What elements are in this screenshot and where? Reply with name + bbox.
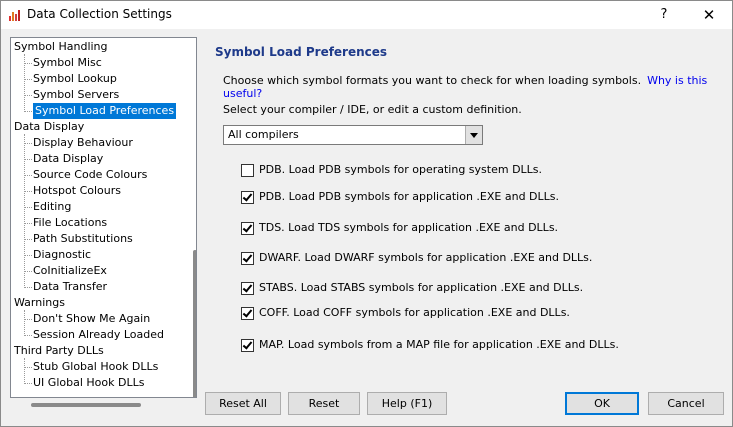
tree-connector — [24, 255, 32, 256]
tree-connector — [24, 111, 32, 112]
tree-connector — [24, 134, 25, 286]
tree-item[interactable]: Symbol Load Preferences — [33, 103, 177, 119]
symbol-option-label: MAP. Load symbols from a MAP file for ap… — [259, 338, 619, 351]
tree-item[interactable]: File Locations — [33, 215, 107, 231]
tree-item[interactable]: Third Party DLLs — [14, 343, 104, 359]
tree-item[interactable]: Session Already Loaded — [33, 327, 164, 343]
reset-all-button[interactable]: Reset All — [205, 392, 281, 415]
tree-item[interactable]: Data Display — [33, 151, 103, 167]
panel-title: Symbol Load Preferences — [215, 45, 388, 59]
symbol-option-checkbox[interactable] — [241, 307, 254, 320]
compiler-dropdown[interactable]: All compilers — [223, 125, 483, 145]
intro-label: Choose which symbol formats you want to … — [223, 74, 642, 87]
tree-item[interactable]: Symbol Lookup — [33, 71, 117, 87]
tree-connector — [24, 191, 32, 192]
title-bar: Data Collection Settings ? ✕ — [1, 1, 732, 29]
compiler-dropdown-value: All compilers — [228, 128, 299, 141]
tree-connector — [24, 175, 32, 176]
tree-connector — [24, 367, 32, 368]
tree-item[interactable]: Data Transfer — [33, 279, 107, 295]
tree-item[interactable]: UI Global Hook DLLs — [33, 375, 144, 391]
symbol-option-checkbox[interactable] — [241, 191, 254, 204]
tree-connector — [24, 383, 32, 384]
tree-item[interactable]: Don't Show Me Again — [33, 311, 150, 327]
symbol-option-checkbox[interactable] — [241, 339, 254, 352]
dialog-window: Data Collection Settings ? ✕ Symbol Hand… — [0, 0, 733, 427]
symbol-option-checkbox[interactable] — [241, 282, 254, 295]
tree-connector — [24, 358, 25, 382]
compiler-select-label: Select your compiler / IDE, or edit a cu… — [223, 103, 522, 116]
help-button[interactable]: Help (F1) — [367, 392, 447, 415]
tree-connector — [24, 159, 32, 160]
symbol-option-label: PDB. Load PDB symbols for application .E… — [259, 190, 559, 203]
tree-connector — [24, 79, 32, 80]
tree-item[interactable]: Data Display — [14, 119, 84, 135]
tree-connector — [24, 63, 32, 64]
help-title-button[interactable]: ? — [653, 5, 675, 25]
tree-item[interactable]: Symbol Misc — [33, 55, 102, 71]
tree-item[interactable]: Stub Global Hook DLLs — [33, 359, 158, 375]
tree-item[interactable]: Symbol Servers — [33, 87, 119, 103]
symbol-option-label: STABS. Load STABS symbols for applicatio… — [259, 281, 584, 294]
tree-item[interactable]: Editing — [33, 199, 71, 215]
bar-chart-icon — [9, 10, 20, 21]
tree-connector — [24, 310, 25, 334]
cancel-button[interactable]: Cancel — [648, 392, 724, 415]
symbol-option-checkbox[interactable] — [241, 222, 254, 235]
tree-item[interactable]: Source Code Colours — [33, 167, 147, 183]
tree-vertical-scrollbar[interactable] — [193, 250, 196, 397]
symbol-option-checkbox[interactable] — [241, 164, 254, 177]
intro-text: Choose which symbol formats you want to … — [223, 74, 732, 100]
tree-item[interactable]: CoInitializeEx — [33, 263, 107, 279]
tree-connector — [24, 143, 32, 144]
tree-item[interactable]: Diagnostic — [33, 247, 91, 263]
tree-connector — [24, 335, 32, 336]
settings-tree[interactable]: Symbol Handling Symbol Misc Symbol Lookup S… — [10, 37, 197, 398]
symbol-option-label: PDB. Load PDB symbols for operating syst… — [259, 163, 543, 176]
tree-connector — [24, 271, 32, 272]
tree-connector — [24, 223, 32, 224]
tree-connector — [24, 239, 32, 240]
chevron-down-icon[interactable] — [465, 126, 482, 144]
symbol-option-label: COFF. Load COFF symbols for application … — [259, 306, 570, 319]
symbol-option-label: DWARF. Load DWARF symbols for applicatio… — [259, 251, 593, 264]
tree-connector — [24, 287, 32, 288]
window-title: Data Collection Settings — [27, 7, 172, 21]
tree-item[interactable]: Warnings — [14, 295, 65, 311]
tree-connector — [24, 95, 32, 96]
close-button[interactable]: ✕ — [698, 5, 720, 25]
tree-connector — [24, 319, 32, 320]
tree-horizontal-scrollbar[interactable] — [31, 403, 141, 407]
tree-item[interactable]: Symbol Handling — [14, 39, 108, 55]
reset-button[interactable]: Reset — [288, 392, 360, 415]
tree-item[interactable]: Path Substitutions — [33, 231, 133, 247]
tree-item[interactable]: Hotspot Colours — [33, 183, 121, 199]
symbol-option-label: TDS. Load TDS symbols for application .E… — [259, 221, 559, 234]
symbol-option-checkbox[interactable] — [241, 252, 254, 265]
ok-button[interactable]: OK — [565, 392, 639, 415]
tree-item[interactable]: Display Behaviour — [33, 135, 133, 151]
tree-connector — [24, 207, 32, 208]
